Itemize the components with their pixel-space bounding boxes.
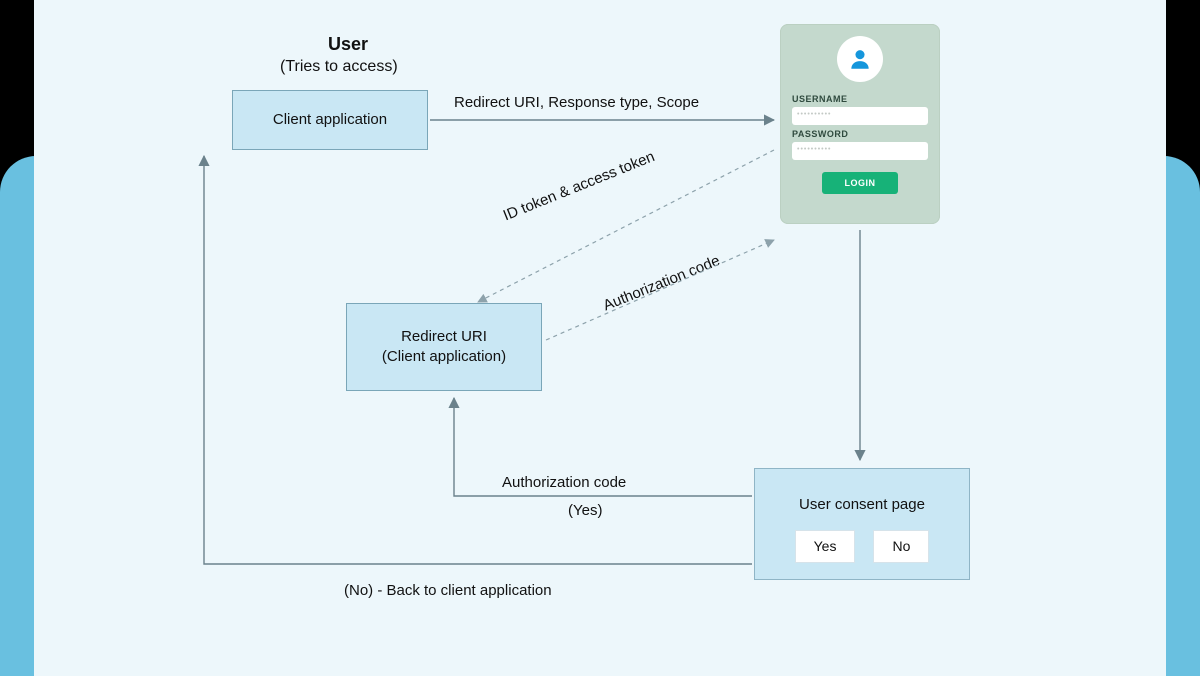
edge-label-yes: (Yes) xyxy=(568,502,602,519)
edge-label-to-idp: Redirect URI, Response type, Scope xyxy=(454,94,699,111)
username-label: USERNAME xyxy=(792,94,848,104)
user-title: User xyxy=(328,34,368,55)
diagram-canvas: User (Tries to access) Client applicatio… xyxy=(34,0,1166,676)
username-field[interactable]: •••••••••• xyxy=(792,107,928,125)
client-application-label: Client application xyxy=(273,110,387,130)
client-application-node: Client application xyxy=(232,90,428,150)
user-consent-node: User consent page Yes No xyxy=(754,468,970,580)
edge-label-authcode: Authorization code xyxy=(601,252,723,314)
person-icon xyxy=(847,46,873,72)
login-button[interactable]: LOGIN xyxy=(822,172,898,194)
user-subtitle: (Tries to access) xyxy=(280,58,398,76)
password-label: PASSWORD xyxy=(792,129,848,139)
edge-label-no-back: (No) - Back to client application xyxy=(344,582,552,599)
password-field[interactable]: •••••••••• xyxy=(792,142,928,160)
edge-label-token: ID token & access token xyxy=(501,148,657,224)
user-avatar-icon xyxy=(837,36,883,82)
redirect-uri-label-2: (Client application) xyxy=(382,347,506,367)
redirect-uri-label-1: Redirect URI xyxy=(401,327,487,347)
consent-yes-button[interactable]: Yes xyxy=(795,530,856,563)
consent-title: User consent page xyxy=(799,495,925,515)
edge-label-auth-yes: Authorization code xyxy=(502,474,626,491)
identity-provider-login-panel: USERNAME •••••••••• PASSWORD •••••••••• … xyxy=(780,24,940,224)
consent-no-button[interactable]: No xyxy=(873,530,929,563)
redirect-uri-node: Redirect URI (Client application) xyxy=(346,303,542,391)
